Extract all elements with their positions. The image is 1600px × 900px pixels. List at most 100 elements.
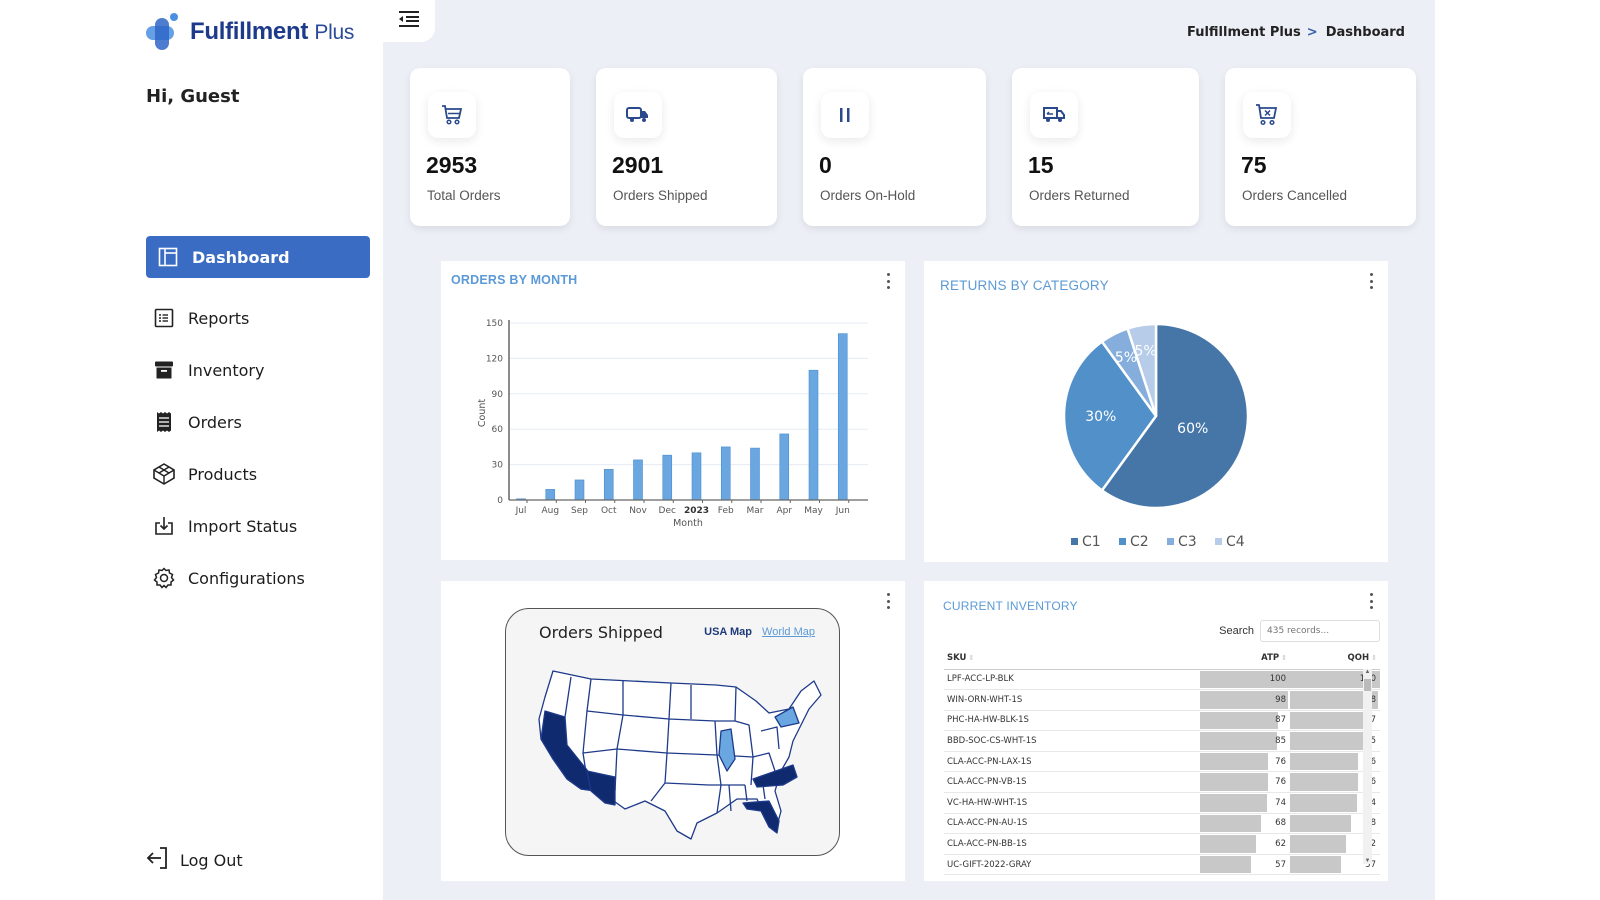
sidebar: Fulfillment Plus Hi, Guest Dashboard Rep… — [0, 0, 383, 900]
y-tick-label: 60 — [492, 425, 504, 435]
state-arizona — [586, 770, 616, 806]
x-tick-label: Jul — [515, 506, 527, 516]
sidebar-toggle-button[interactable] — [383, 0, 435, 42]
usa-map[interactable] — [531, 661, 831, 841]
stat-value: 0 — [819, 152, 832, 178]
legend-swatch — [1215, 538, 1222, 545]
column-header-atp[interactable]: ATP ⇕ — [1200, 647, 1290, 670]
bar-mar[interactable] — [750, 447, 760, 501]
bar-oct[interactable] — [603, 469, 614, 501]
bar-may[interactable] — [808, 369, 819, 501]
bar-jun[interactable] — [837, 333, 848, 501]
inventory-table: SKU⇕ ATP⇕ QOH⇕ LPF-ACC-LP-BLK100100WIN-O… — [944, 647, 1380, 876]
logout-button[interactable]: Log Out — [146, 846, 243, 874]
column-header-sku[interactable]: SKU ⇕ — [944, 647, 1200, 670]
sidebar-item-label: Orders — [188, 412, 242, 432]
table-row[interactable]: PHC-HA-HW-BLK-1S8787 — [944, 710, 1380, 732]
table-row[interactable]: UC-GIFT-2022-GRAY 57 57 — [944, 854, 1380, 876]
sidebar-nav: Dashboard Reports Inventory Orders Produ… — [146, 236, 370, 609]
atp-bar — [1200, 814, 1262, 833]
table-row[interactable]: WIN-ORN-WHT-1S9898 — [944, 689, 1380, 711]
table-row[interactable]: CLA-ACC-PN-VB-1S7676 — [944, 771, 1380, 794]
table-row[interactable]: CLA-ACC-PN-BB-1S6262 — [944, 833, 1380, 855]
us-outline — [538, 670, 822, 840]
bar-feb[interactable] — [720, 446, 731, 501]
inventory-search-input[interactable] — [1260, 620, 1380, 642]
bar-aug[interactable] — [545, 489, 556, 501]
qoh-bar — [1290, 773, 1359, 792]
table-row[interactable]: CLA-ACC-PN-AU-1S6868 — [944, 813, 1380, 835]
table-row[interactable]: BBD-SOC-CS-WHT-1S8585 — [944, 730, 1380, 752]
scroll-up-icon[interactable]: ▲ — [1363, 669, 1372, 675]
table-scrollbar[interactable]: ▲ ▼ — [1363, 669, 1372, 864]
legend-label: C1 — [1082, 534, 1101, 550]
brand-logo[interactable]: Fulfillment Plus — [146, 12, 354, 52]
sidebar-item-import-status[interactable]: Import Status — [146, 505, 370, 547]
sidebar-item-dashboard[interactable]: Dashboard — [146, 236, 370, 278]
returns-by-category-panel: RETURNS BY CATEGORY 60% 30% 5% 5% C1 C2 C3 C4 — [924, 261, 1388, 562]
legend-swatch — [1167, 538, 1174, 545]
legend-swatch — [1119, 538, 1126, 545]
cell-atp: 57 — [1200, 854, 1290, 876]
sidebar-item-inventory[interactable]: Inventory — [146, 349, 370, 391]
bar-sep[interactable] — [574, 479, 585, 501]
breadcrumb-current: Dashboard — [1325, 25, 1405, 40]
bar-2023[interactable] — [691, 452, 702, 501]
more-options-icon[interactable] — [883, 593, 893, 609]
current-inventory-panel: CURRENT INVENTORY Search SKU⇕ ATP⇕ QOH⇕ … — [924, 581, 1388, 881]
stat-card-orders-shipped[interactable]: 2901 Orders Shipped — [596, 68, 777, 226]
stat-card-orders-cancelled[interactable]: 75 Orders Cancelled — [1225, 68, 1416, 226]
tab-usa-map[interactable]: USA Map — [704, 626, 752, 638]
qoh-bar — [1290, 814, 1352, 833]
bar-apr[interactable] — [779, 433, 790, 501]
x-tick-label: Nov — [629, 506, 647, 516]
legend-label: C2 — [1130, 534, 1149, 550]
pause-icon — [821, 92, 869, 138]
cell-atp: 68 — [1200, 813, 1290, 835]
map-title: Orders Shipped — [539, 623, 663, 642]
scrollbar-thumb[interactable] — [1364, 679, 1371, 691]
table-row[interactable]: VC-HA-HW-WHT-1S7474 — [944, 792, 1380, 814]
qoh-bar — [1290, 711, 1369, 730]
bar-dec[interactable] — [662, 454, 673, 501]
more-options-icon[interactable] — [1366, 593, 1376, 609]
logout-icon — [146, 846, 172, 874]
stat-card-total-orders[interactable]: 2953 Total Orders — [410, 68, 570, 226]
brand-suffix: Plus — [314, 21, 355, 44]
cart-cancel-icon — [1243, 92, 1291, 138]
sidebar-item-configurations[interactable]: Configurations — [146, 557, 370, 599]
legend-label: C4 — [1226, 534, 1245, 550]
table-row[interactable]: CLA-ACC-PN-LAX-1S7676 — [944, 751, 1380, 773]
stat-card-orders-returned[interactable]: 15 Orders Returned — [1012, 68, 1199, 226]
sidebar-item-orders[interactable]: Orders — [146, 401, 370, 443]
cell-sku: BBD-SOC-CS-WHT-1S — [944, 730, 1200, 752]
stat-card-orders-on-hold[interactable]: 0 Orders On-Hold — [803, 68, 986, 226]
search-label: Search — [1219, 625, 1254, 637]
cell-sku: PHC-HA-HW-BLK-1S — [944, 710, 1200, 732]
cell-atp: 100 — [1200, 669, 1290, 691]
breadcrumb-root[interactable]: Fulfillment Plus — [1187, 25, 1301, 40]
tab-world-map[interactable]: World Map — [762, 626, 815, 638]
table-row[interactable]: LPF-ACC-LP-BLK100100 — [944, 669, 1380, 691]
column-header-qoh[interactable]: QOH ⇕ — [1290, 647, 1380, 670]
stat-label: Orders On-Hold — [820, 188, 916, 203]
sidebar-item-products[interactable]: Products — [146, 453, 370, 495]
stat-label: Orders Shipped — [613, 188, 708, 203]
y-tick-label: 120 — [486, 354, 503, 364]
sidebar-item-reports[interactable]: Reports — [146, 297, 370, 339]
cell-atp: 76 — [1200, 751, 1290, 773]
scroll-down-icon[interactable]: ▼ — [1363, 858, 1372, 864]
x-tick-label: Sep — [571, 506, 588, 516]
menu-collapse-icon — [398, 10, 420, 33]
x-tick-label: May — [804, 506, 823, 516]
sidebar-item-label: Import Status — [188, 516, 298, 536]
atp-bar — [1200, 794, 1267, 812]
pie-data-label: 60% — [1177, 421, 1208, 437]
logout-label: Log Out — [180, 850, 243, 870]
stat-label: Orders Cancelled — [1242, 188, 1348, 203]
truck-icon — [614, 92, 662, 138]
cell-sku: VC-HA-HW-WHT-1S — [944, 792, 1200, 814]
dashboard-icon — [156, 245, 180, 269]
legend-swatch — [1071, 538, 1078, 545]
bar-nov[interactable] — [633, 459, 643, 501]
